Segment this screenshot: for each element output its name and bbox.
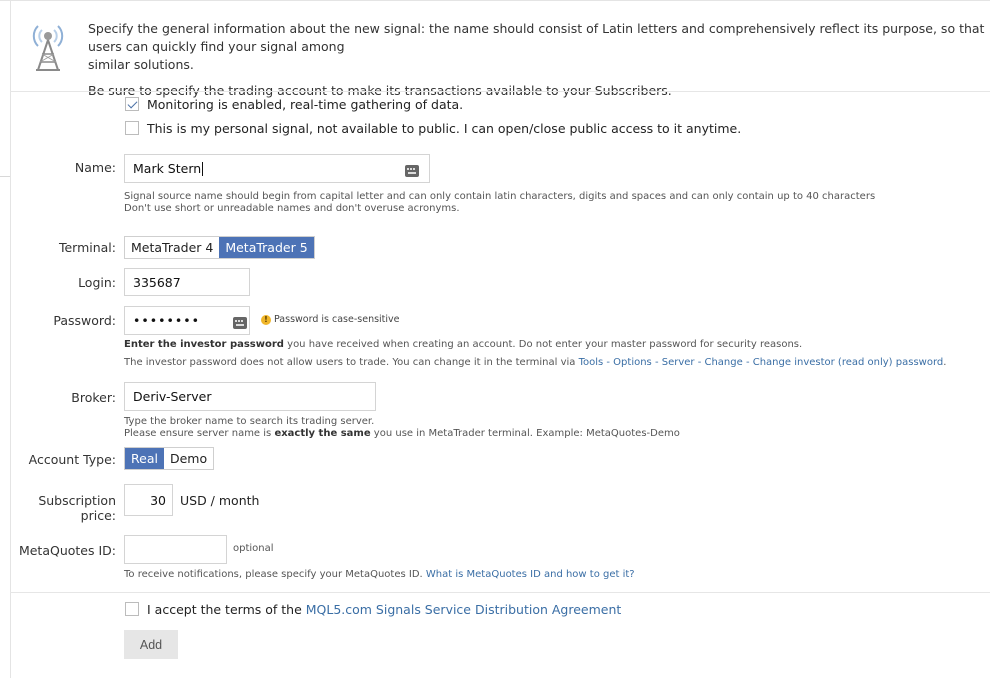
terminal-label: Terminal: <box>58 240 116 255</box>
password-warning-text: Password is case-sensitive <box>274 314 400 325</box>
left-border <box>10 0 11 678</box>
top-border <box>0 0 990 1</box>
broker-hint: Type the broker name to search its tradi… <box>124 416 984 440</box>
header-divider <box>10 91 990 92</box>
subscription-price-label: Subscription price: <box>38 493 116 523</box>
agreement-link[interactable]: MQL5.com Signals Service Distribution Ag… <box>306 602 622 617</box>
intro-line-1: Specify the general information about th… <box>88 21 985 72</box>
name-input[interactable]: Mark Stern <box>124 154 430 183</box>
broker-hint-2: Please ensure server name is exactly the… <box>124 428 680 439</box>
name-hint: Signal source name should begin from cap… <box>124 191 924 215</box>
account-type-label: Account Type: <box>28 452 116 467</box>
text-caret <box>202 161 204 176</box>
password-hint: Enter the investor password you have rec… <box>124 339 984 369</box>
account-type-real[interactable]: Real <box>125 448 164 469</box>
footer-divider <box>10 592 990 593</box>
name-hint-2: Don't use short or unreadable names and … <box>124 203 460 214</box>
password-warning: ! Password is case-sensitive <box>261 314 400 325</box>
terms-checkbox[interactable] <box>125 602 139 616</box>
terminal-option-mt4[interactable]: MetaTrader 4 <box>125 237 220 258</box>
password-keyboard-icon[interactable] <box>233 314 247 333</box>
terms-label: I accept the terms of the MQL5.com Signa… <box>147 602 622 617</box>
virtual-keyboard-icon[interactable] <box>405 162 419 181</box>
broker-value: Deriv-Server <box>133 389 212 404</box>
name-label: Name: <box>74 160 116 175</box>
price-unit: USD / month <box>180 493 260 508</box>
add-button[interactable]: Add <box>124 630 178 659</box>
name-hint-1: Signal source name should begin from cap… <box>124 191 876 202</box>
password-label: Password: <box>53 313 116 328</box>
terminal-selector[interactable]: MetaTrader 4 MetaTrader 5 <box>124 236 315 259</box>
change-password-link[interactable]: Tools - Options - Server - Change - Chan… <box>579 357 944 368</box>
broker-input[interactable]: Deriv-Server <box>124 382 376 411</box>
password-hint-1: Enter the investor password you have rec… <box>124 339 803 350</box>
personal-signal-checkbox[interactable] <box>125 121 139 135</box>
metaquotes-id-input[interactable] <box>124 535 227 564</box>
intro-text: Specify the general information about th… <box>88 20 988 100</box>
optional-note: optional <box>233 543 274 554</box>
monitoring-checkbox[interactable] <box>125 97 139 111</box>
name-value: Mark Stern <box>133 161 202 176</box>
login-input[interactable]: 335687 <box>124 268 250 296</box>
login-value: 335687 <box>133 274 181 290</box>
broker-label: Broker: <box>71 390 116 405</box>
account-type-selector[interactable]: Real Demo <box>124 447 215 470</box>
warning-icon: ! <box>261 314 271 325</box>
personal-signal-label: This is my personal signal, not availabl… <box>147 121 742 136</box>
password-value: •••••••• <box>133 313 200 328</box>
account-type-demo[interactable]: Demo <box>163 448 214 469</box>
outer-divider <box>0 176 10 177</box>
password-input[interactable]: •••••••• <box>124 306 250 335</box>
metaquotes-id-label: MetaQuotes ID: <box>18 543 116 558</box>
terminal-option-mt5[interactable]: MetaTrader 5 <box>219 237 314 258</box>
broker-hint-1: Type the broker name to search its tradi… <box>124 416 375 427</box>
monitoring-label: Monitoring is enabled, real-time gatheri… <box>147 97 464 112</box>
metaquotes-hint: To receive notifications, please specify… <box>124 569 635 580</box>
password-hint-2: The investor password does not allow use… <box>124 357 947 368</box>
subscription-price-value: 30 <box>150 492 166 508</box>
subscription-price-input[interactable]: 30 <box>124 484 173 516</box>
signal-antenna-icon <box>26 16 70 74</box>
metaquotes-help-link[interactable]: What is MetaQuotes ID and how to get it? <box>426 569 635 580</box>
login-label: Login: <box>78 275 116 290</box>
